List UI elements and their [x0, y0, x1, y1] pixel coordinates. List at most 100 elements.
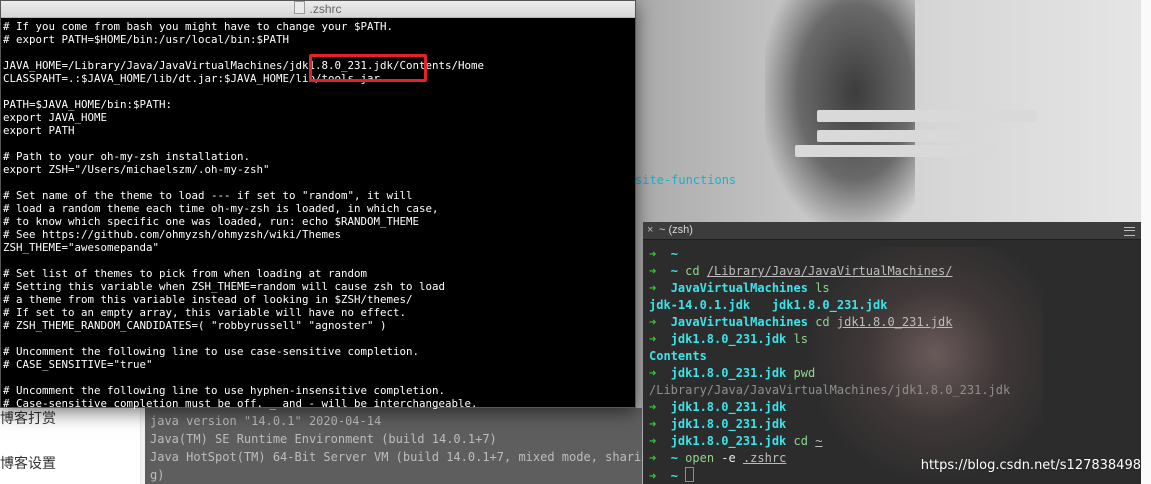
- terminal-line: ➜ jdk1.8.0_231.jdk: [649, 416, 1010, 433]
- terminal-segment: /Library/Java/JavaVirtualMachines/: [706, 264, 953, 278]
- page-margin: [1141, 0, 1151, 484]
- blurred-text-bar: [817, 110, 1037, 122]
- terminal-segment: ➜: [649, 469, 671, 483]
- editor-line: # ZSH_THEME_RANDOM_CANDIDATES=( "robbyru…: [3, 319, 387, 332]
- bg-terminal-line: java version "14.0.1" 2020-04-14: [150, 414, 382, 428]
- terminal-segment: jdk1.8.0_231.jdk: [836, 315, 953, 329]
- terminal-segment: ~: [670, 264, 686, 278]
- blurred-text-bar: [817, 130, 977, 142]
- terminal-line: /Library/Java/JavaVirtualMachines/jdk1.8…: [649, 382, 1010, 399]
- terminal-segment: ➜: [649, 400, 671, 414]
- document-icon: [294, 1, 306, 14]
- terminal-tab[interactable]: × ~ (zsh): [643, 222, 1141, 240]
- terminal-segment: pwd: [793, 366, 816, 380]
- editor-line: # Case-sensitive completion must be off.…: [3, 397, 478, 410]
- terminal-segment: ➜: [649, 451, 671, 465]
- terminal-segment: jdk1.8.0_231.jdk: [670, 434, 794, 448]
- editor-line: # Set list of themes to pick from when l…: [3, 267, 368, 280]
- editor-line: # a theme from this variable instead of …: [3, 293, 413, 306]
- terminal-segment: jdk1.8.0_231.jdk: [670, 400, 787, 414]
- terminal-cursor: [685, 467, 695, 482]
- editor-line: # If you come from bash you might have t…: [3, 20, 394, 33]
- terminal-segment: cd: [793, 434, 816, 448]
- terminal-line: ➜ jdk1.8.0_231.jdk ls: [649, 331, 1010, 348]
- editor-line: # Path to your oh-my-zsh installation.: [3, 150, 251, 163]
- terminal-segment: jdk-14.0.1.jdk jdk1.8.0_231.jdk: [649, 298, 888, 312]
- highlight-annotation-box: [309, 54, 427, 82]
- terminal-line: ➜ jdk1.8.0_231.jdk: [649, 399, 1010, 416]
- terminal-window[interactable]: × ~ (zsh) ➜ ~ ➜ ~ cd /Library/Java/JavaVi…: [643, 222, 1141, 484]
- editor-line: ZSH_THEME="awesomepanda": [3, 241, 160, 254]
- editor-line: # If set to an empty array, this variabl…: [3, 306, 407, 319]
- terminal-segment: ➜: [649, 264, 671, 278]
- editor-titlebar[interactable]: .zshrc: [1, 1, 635, 18]
- editor-line: # Uncomment the following line to use hy…: [3, 384, 446, 397]
- sidebar-item-settings[interactable]: 博客设置: [0, 453, 56, 473]
- terminal-segment: -e: [721, 451, 743, 465]
- editor-line: PATH=$JAVA_HOME/bin:$PATH:: [3, 98, 173, 111]
- terminal-segment: JavaVirtualMachines: [670, 315, 816, 329]
- close-icon[interactable]: ×: [647, 222, 653, 239]
- terminal-segment: ~: [815, 434, 823, 448]
- terminal-segment: .zshrc: [742, 451, 787, 465]
- background-terminal-output: java version "14.0.1" 2020-04-14 Java(TM…: [145, 408, 649, 484]
- terminal-segment: ➜: [649, 417, 671, 431]
- terminal-line: ➜ ~ cd /Library/Java/JavaVirtualMachines…: [649, 263, 1010, 280]
- terminal-line: ➜ jdk1.8.0_231.jdk cd ~: [649, 433, 1010, 450]
- editor-line: export PATH: [3, 124, 75, 137]
- bg-terminal-line: g): [150, 468, 165, 482]
- terminal-segment: ➜: [649, 247, 671, 261]
- menu-icon[interactable]: [1124, 227, 1135, 236]
- terminal-line: Contents: [649, 348, 1010, 365]
- terminal-line: ➜ jdk1.8.0_231.jdk pwd: [649, 365, 1010, 382]
- editor-line: export JAVA_HOME: [3, 111, 108, 124]
- terminal-segment: jdk1.8.0_231.jdk: [670, 366, 794, 380]
- terminal-segment: ~: [670, 469, 686, 483]
- terminal-line: ➜ JavaVirtualMachines ls: [649, 280, 1010, 297]
- editor-line: # Setting this variable when ZSH_THEME=r…: [3, 280, 446, 293]
- terminal-segment: ➜: [649, 366, 671, 380]
- terminal-segment: open: [685, 451, 722, 465]
- terminal-segment: jdk1.8.0_231.jdk: [670, 417, 787, 431]
- terminal-title: ~ (zsh): [659, 224, 693, 236]
- terminal-segment: JavaVirtualMachines: [670, 281, 816, 295]
- editor-title: .zshrc: [309, 2, 342, 16]
- terminal-segment: /Library/Java/JavaVirtualMachines/jdk1.8…: [649, 383, 1011, 397]
- blurred-text-bar: [795, 145, 995, 157]
- terminal-segment: ➜: [649, 281, 671, 295]
- terminal-segment: ls: [815, 281, 830, 295]
- editor-line: # export PATH=$HOME/bin:/usr/local/bin:$…: [3, 33, 290, 46]
- watermark: https://blog.csdn.net/s127838498: [920, 458, 1141, 473]
- text-editor-window[interactable]: .zshrc # If you come from bash you might…: [0, 0, 636, 410]
- terminal-line: ➜ ~: [649, 246, 1010, 263]
- editor-line: # CASE_SENSITIVE="true": [3, 358, 153, 371]
- terminal-segment: ~: [670, 451, 686, 465]
- terminal-segment: jdk1.8.0_231.jdk: [670, 332, 794, 346]
- terminal-line: jdk-14.0.1.jdk jdk1.8.0_231.jdk: [649, 297, 1010, 314]
- background-link-text: site-functions: [635, 173, 737, 187]
- editor-line: # Uncomment the following line to use ca…: [3, 345, 420, 358]
- bg-terminal-line: Java(TM) SE Runtime Environment (build 1…: [150, 432, 497, 446]
- editor-line: # See https://github.com/ohmyzsh/ohmyzsh…: [3, 228, 342, 241]
- terminal-output[interactable]: ➜ ~ ➜ ~ cd /Library/Java/JavaVirtualMachi…: [649, 246, 1010, 484]
- terminal-segment: ➜: [649, 434, 671, 448]
- editor-line: # Set name of the theme to load --- if s…: [3, 189, 413, 202]
- editor-line: # to know which specific one was loaded,…: [3, 215, 420, 228]
- terminal-segment: ➜: [649, 315, 671, 329]
- terminal-segment: cd: [685, 264, 707, 278]
- terminal-segment: Contents: [649, 349, 707, 363]
- terminal-segment: ~: [670, 247, 678, 261]
- terminal-line: ➜ JavaVirtualMachines cd jdk1.8.0_231.jd…: [649, 314, 1010, 331]
- editor-line: # load a random theme each time oh-my-zs…: [3, 202, 439, 215]
- terminal-segment: ls: [793, 332, 808, 346]
- terminal-segment: cd: [815, 315, 837, 329]
- bg-terminal-line: Java HotSpot(TM) 64-Bit Server VM (build…: [150, 450, 649, 464]
- editor-line: export ZSH="/Users/michaelszm/.oh-my-zsh…: [3, 163, 270, 176]
- sidebar-item-tip[interactable]: 博客打赏: [0, 408, 56, 428]
